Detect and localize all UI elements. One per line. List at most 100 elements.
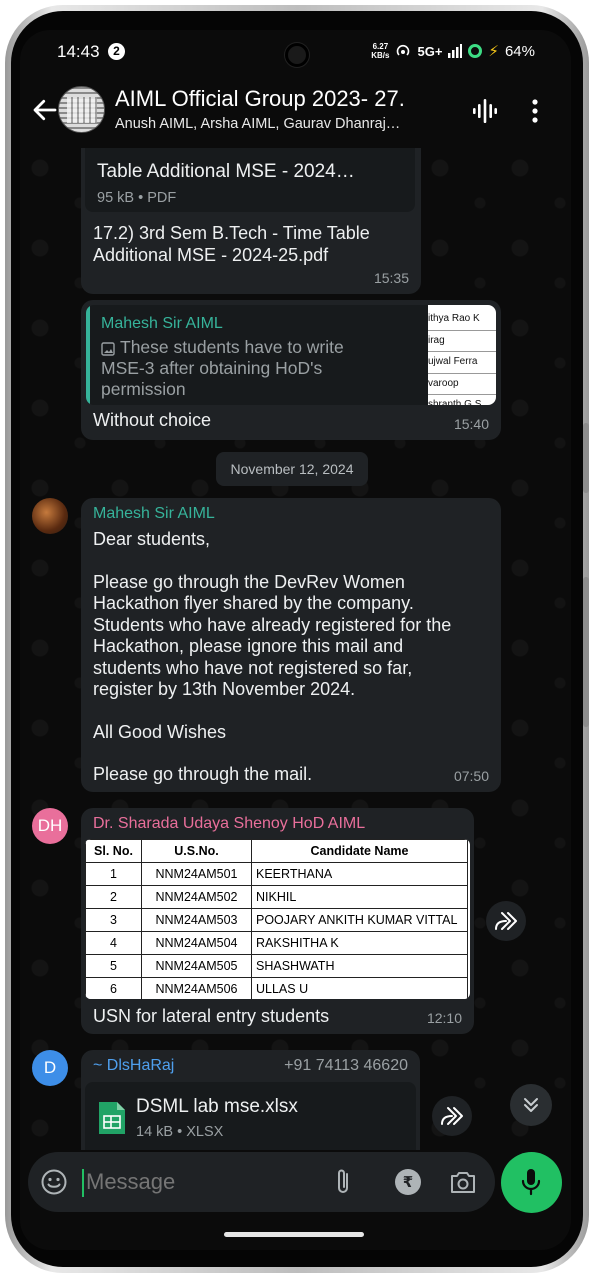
message-text: Without choice (93, 410, 212, 430)
pdf-caption-line2: Additional MSE - 2024-25.pdf (93, 245, 329, 265)
message-input[interactable] (84, 1164, 304, 1200)
message-time: 15:40 (453, 416, 489, 432)
reply-text: These students have to write MSE-3 after… (101, 337, 344, 399)
double-chevron-down-icon (524, 1098, 538, 1112)
table-cell: KEERTHANA (251, 862, 468, 886)
table-row: 2 NNM24AM502 NIKHIL (85, 885, 468, 909)
status-time: 14:43 (57, 42, 100, 61)
table-header-row: Sl. No. U.S.No. Candidate Name (85, 839, 468, 863)
voice-message-button[interactable] (501, 1152, 562, 1213)
message-sender: Dr. Sharada Udaya Shenoy HoD AIML (93, 815, 366, 832)
table-header-cell: Candidate Name (251, 839, 468, 863)
front-camera (285, 43, 309, 67)
sender-phone: +91 74113 46620 (284, 1057, 408, 1074)
pdf-caption-line1: 17.2) 3rd Sem B.Tech - Time Table (93, 223, 370, 243)
image-caption: USN for lateral entry students (93, 1006, 330, 1026)
battery-percent: 64% (504, 42, 535, 60)
quoted-reply[interactable]: Mahesh Sir AIML These students have to w… (86, 305, 496, 405)
table-cell: 2 (85, 885, 142, 909)
network-type: 5G+ (417, 43, 443, 59)
table-cell: SHASHWATH (251, 954, 468, 978)
chat-header: AIML Official Group 2023- 27. Anush AIML… (20, 78, 571, 148)
table-header-cell: U.S.No. (141, 839, 252, 863)
attach-icon[interactable] (331, 1167, 355, 1197)
power-button (583, 577, 589, 727)
forward-button[interactable] (432, 1096, 472, 1136)
table-row: 1 NNM24AM501 KEERTHANA (85, 862, 468, 886)
home-indicator[interactable] (224, 1232, 364, 1237)
group-title[interactable]: AIML Official Group 2023- 27. (115, 86, 445, 112)
date-separator: November 12, 2024 (216, 452, 368, 486)
table-cell: 5 (85, 954, 142, 978)
forward-icon (495, 912, 517, 930)
pdf-caption: 17.2) 3rd Sem B.Tech - Time Table Additi… (93, 222, 370, 266)
emoji-icon[interactable] (40, 1168, 68, 1196)
thumbnail-text: ithya Rao K irag ujwal Ferra varoop shra… (428, 309, 496, 405)
camera-icon[interactable] (449, 1169, 477, 1195)
status-bar: 14:43 2 6.27 KB/s 5G+ ⚡ 64% (20, 30, 571, 78)
rupee-payment-icon[interactable]: ₹ (394, 1168, 422, 1196)
forward-button[interactable] (486, 901, 526, 941)
thumb-line: ujwal Ferra (428, 352, 496, 374)
group-avatar[interactable] (58, 86, 105, 133)
reply-accent-bar (86, 305, 90, 405)
reply-sender: Mahesh Sir AIML (101, 315, 223, 332)
sender-avatar[interactable]: DH (32, 808, 68, 844)
microphone-icon (521, 1169, 541, 1196)
forward-icon (441, 1107, 463, 1125)
message-paragraph: Please go through the DevRev Women Hacka… (93, 571, 452, 700)
table-cell: NIKHIL (251, 885, 468, 909)
table-row: 4 NNM24AM504 RAKSHITHA K (85, 931, 468, 955)
table-row: 3 NNM24AM503 POOJARY ANKITH KUMAR VITTAL (85, 908, 468, 932)
message-sender: ~ DlsHaRaj (93, 1057, 175, 1074)
more-options-icon[interactable] (532, 98, 538, 124)
table-cell: POOJARY ANKITH KUMAR VITTAL (251, 908, 468, 932)
table-cell: 6 (85, 977, 142, 999)
message-paragraph: Dear students, (93, 529, 211, 549)
table-cell: RAKSHITHA K (251, 931, 468, 955)
sender-avatar[interactable] (32, 498, 68, 534)
pdf-file-title: Table Additional MSE - 2024… (97, 161, 355, 182)
message-bubble-pdf[interactable]: Table Additional MSE - 2024… 95 kB • PDF… (81, 148, 421, 294)
table-cell: 1 (85, 862, 142, 886)
speed-unit: KB/s (371, 51, 390, 60)
table-cell: NNM24AM506 (141, 977, 252, 999)
message-bubble-file[interactable]: ~ DlsHaRaj +91 74113 46620 DSML lab mse.… (81, 1050, 420, 1150)
thumb-line: ithya Rao K (428, 309, 496, 331)
volume-button (583, 423, 589, 493)
table-row: 5 NNM24AM505 SHASHWATH (85, 954, 468, 978)
battery-ring-icon (468, 44, 483, 58)
thumb-line: shranth G S (428, 399, 482, 405)
table-cell: 3 (85, 908, 142, 932)
table-cell: ULLAS U (251, 977, 468, 999)
xlsx-file-meta: 14 kB • XLSX (136, 1124, 224, 1140)
table-cell: 4 (85, 931, 142, 955)
screen: 14:43 2 6.27 KB/s 5G+ ⚡ 64% AIML Officia… (20, 30, 571, 1250)
svg-text:₹: ₹ (403, 1173, 413, 1191)
pdf-file-meta: 95 kB • PDF (97, 190, 177, 206)
table-image[interactable]: Sl. No. U.S.No. Candidate Name 1 NNM24AM5… (85, 839, 470, 999)
group-members[interactable]: Anush AIML, Arsha AIML, Gaurav Dhanraj… (115, 116, 460, 132)
thumb-line: varoop (428, 374, 496, 395)
sender-avatar[interactable]: D (32, 1050, 68, 1086)
table-cell: NNM24AM502 (141, 885, 252, 909)
chat-area[interactable]: Table Additional MSE - 2024… 95 kB • PDF… (20, 148, 571, 1150)
scroll-to-bottom-button[interactable] (510, 1084, 552, 1126)
xlsx-file-card[interactable]: DSML lab mse.xlsx 14 kB • XLSX (85, 1082, 416, 1150)
signal-icon (448, 44, 463, 58)
table-cell: NNM24AM501 (141, 862, 252, 886)
message-bubble-image[interactable]: Dr. Sharada Udaya Shenoy HoD AIML Sl. No… (81, 808, 474, 1034)
message-bubble-reply[interactable]: Mahesh Sir AIML These students have to w… (81, 300, 501, 440)
status-icons: 6.27 KB/s 5G+ ⚡ 64% (371, 42, 535, 60)
back-arrow-icon[interactable] (30, 95, 60, 125)
voice-chat-icon[interactable] (472, 98, 498, 124)
message-body: Dear students, Please go through the Dev… (93, 529, 463, 786)
message-bubble-text[interactable]: Mahesh Sir AIML Dear students, Please go… (81, 498, 501, 792)
message-input-bar: ₹ (28, 1152, 495, 1212)
message-time: 15:35 (373, 270, 409, 286)
pdf-file-card[interactable]: Table Additional MSE - 2024… 95 kB • PDF (85, 148, 415, 212)
message-time: 07:50 (453, 768, 489, 784)
message-time: 12:10 (426, 1010, 462, 1026)
notification-count-badge: 2 (108, 43, 125, 60)
hotspot-icon (397, 44, 410, 56)
